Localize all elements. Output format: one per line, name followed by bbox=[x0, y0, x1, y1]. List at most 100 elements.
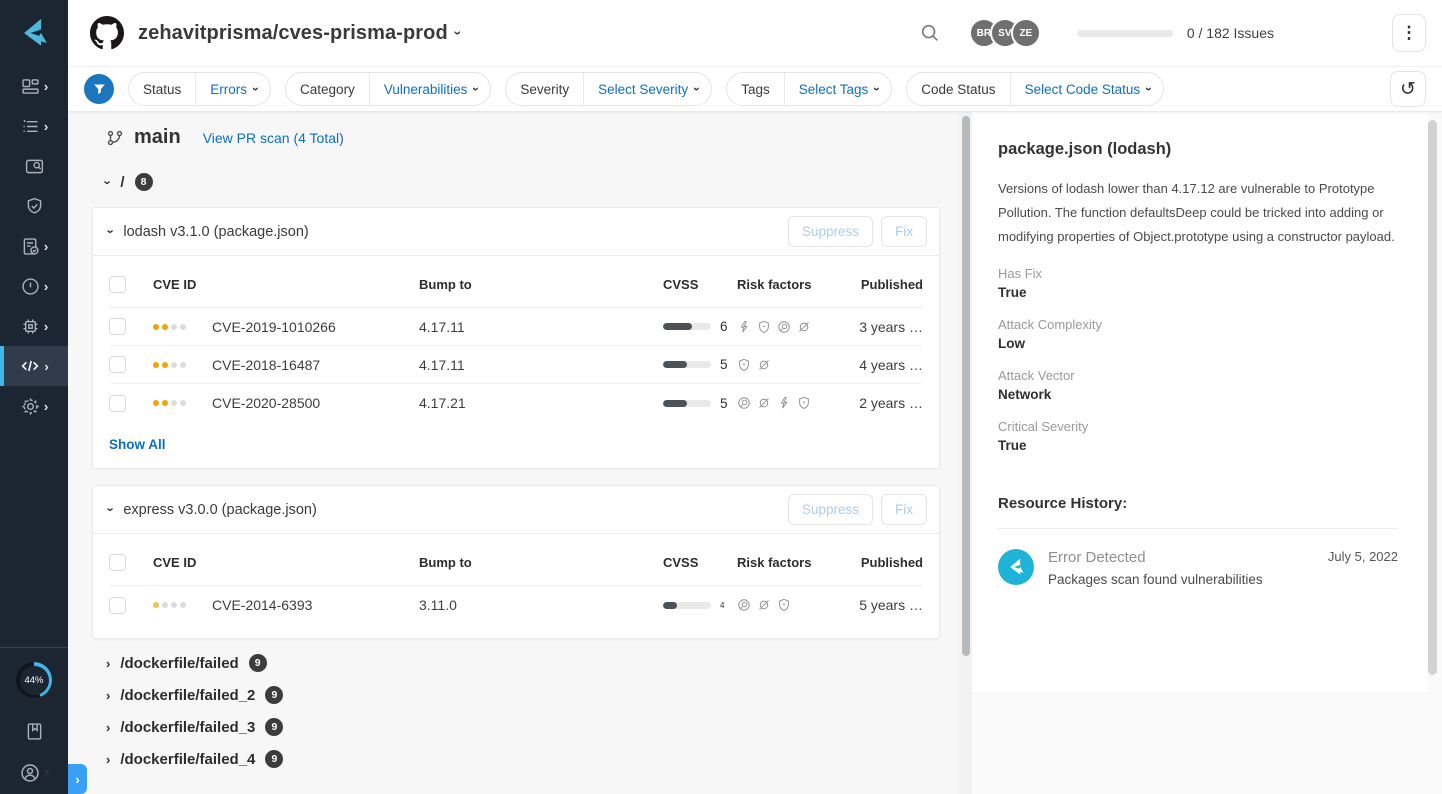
details-scrollbar[interactable] bbox=[1428, 118, 1437, 790]
chevron-right-icon: › bbox=[44, 240, 48, 253]
list-icon bbox=[20, 116, 41, 137]
row-checkbox[interactable] bbox=[109, 395, 126, 412]
vulnerability-details-panel: package.json (lodash) Versions of lodash… bbox=[972, 112, 1428, 692]
detail-field: Has Fix True bbox=[998, 266, 1398, 300]
severity-dots bbox=[153, 324, 186, 330]
fix-button[interactable]: Fix bbox=[881, 494, 927, 525]
repo-title[interactable]: zehavitprisma/cves-prisma-prod bbox=[138, 22, 448, 45]
show-all-link[interactable]: Show All bbox=[109, 437, 166, 452]
resource-history-title: Resource History: bbox=[998, 495, 1398, 512]
sidebar-item-compliance[interactable] bbox=[0, 186, 68, 226]
search-icon[interactable] bbox=[919, 22, 941, 44]
card-header: › lodash v3.1.0 (package.json) Suppress … bbox=[93, 208, 939, 256]
sidebar-item-hardware[interactable]: › bbox=[0, 306, 68, 346]
scan-progress-value: 44% bbox=[20, 666, 49, 695]
field-value: True bbox=[998, 438, 1398, 453]
folder-list: › /dockerfile/failed 9 › /dockerfile/fai… bbox=[92, 647, 972, 775]
scanner-logo-icon bbox=[998, 549, 1034, 585]
folder-path: /dockerfile/failed bbox=[120, 655, 238, 672]
folder-row[interactable]: › /dockerfile/failed_3 9 bbox=[106, 711, 972, 743]
cve-id-link[interactable]: CVE-2018-16487 bbox=[212, 357, 320, 373]
tree-root-row[interactable]: › / 8 bbox=[106, 173, 972, 191]
globe-icon bbox=[777, 320, 791, 334]
modules-icon bbox=[20, 76, 41, 97]
row-checkbox[interactable] bbox=[109, 318, 126, 335]
filter-status: Status Errors› bbox=[128, 72, 271, 106]
severity-dots bbox=[153, 400, 186, 406]
cve-id-link[interactable]: CVE-2014-6393 bbox=[212, 597, 312, 613]
filter-tags-dropdown[interactable]: Select Tags› bbox=[785, 82, 892, 97]
severity-dots bbox=[153, 362, 186, 368]
chevron-down-icon[interactable]: › bbox=[104, 507, 119, 511]
more-options-button[interactable]: ⋮ bbox=[1392, 14, 1426, 52]
fix-button[interactable]: Fix bbox=[881, 216, 927, 247]
chevron-down-icon[interactable]: › bbox=[101, 180, 116, 184]
filter-status-dropdown[interactable]: Errors› bbox=[196, 82, 270, 97]
chevron-right-icon: › bbox=[44, 280, 48, 293]
suppress-button[interactable]: Suppress bbox=[788, 216, 873, 247]
chevron-right-icon[interactable]: › bbox=[106, 688, 110, 703]
alert-circle-icon bbox=[20, 276, 41, 297]
slash-icon bbox=[797, 320, 811, 334]
view-pr-scan-link[interactable]: View PR scan (4 Total) bbox=[203, 130, 344, 146]
expand-panel-handle[interactable]: › bbox=[68, 764, 87, 794]
field-label: Critical Severity bbox=[998, 419, 1398, 434]
row-checkbox[interactable] bbox=[109, 597, 126, 614]
bump-to-value: 4.17.21 bbox=[419, 395, 663, 411]
left-sidebar: › › › › › › › bbox=[0, 0, 68, 794]
risk-factor-icons bbox=[737, 598, 847, 612]
sidebar-item-code-security[interactable]: › bbox=[0, 346, 68, 386]
sidebar-item-account[interactable]: › bbox=[0, 752, 68, 794]
filter-severity-dropdown[interactable]: Select Severity› bbox=[584, 82, 711, 97]
issues-progress-bar bbox=[1077, 30, 1173, 37]
folder-row[interactable]: › /dockerfile/failed 9 bbox=[106, 647, 972, 679]
folder-row[interactable]: › /dockerfile/failed_2 9 bbox=[106, 679, 972, 711]
reset-filters-button[interactable]: ↺ bbox=[1390, 71, 1426, 107]
scrollbar-thumb[interactable] bbox=[1428, 120, 1437, 675]
sidebar-item-settings[interactable]: › bbox=[0, 386, 68, 426]
sidebar-item-policies[interactable]: › bbox=[0, 226, 68, 266]
brand-logo[interactable] bbox=[0, 0, 68, 66]
cve-id-link[interactable]: CVE-2020-28500 bbox=[212, 395, 320, 411]
chevron-right-icon[interactable]: › bbox=[106, 752, 110, 767]
scrollbar-thumb[interactable] bbox=[962, 116, 970, 656]
chevron-down-icon: › bbox=[870, 87, 884, 91]
shield-icon bbox=[797, 396, 811, 410]
chevron-right-icon[interactable]: › bbox=[106, 720, 110, 735]
sidebar-item-incidents[interactable]: › bbox=[0, 266, 68, 306]
cvss-score: 5 bbox=[663, 357, 737, 372]
bump-to-value: 3.11.0 bbox=[419, 597, 663, 613]
bolt-icon bbox=[737, 320, 751, 334]
chevron-right-icon: › bbox=[75, 772, 79, 787]
cve-table-row: CVE-2020-285004.17.2152 years … bbox=[109, 384, 923, 422]
column-header-risk-factors: Risk factors bbox=[737, 555, 847, 570]
cve-id-link[interactable]: CVE-2019-1010266 bbox=[212, 319, 336, 335]
column-header-cve-id: CVE ID bbox=[153, 555, 419, 570]
column-header-published: Published bbox=[847, 277, 923, 292]
avatar[interactable]: ZE bbox=[1011, 18, 1041, 48]
detail-field: Critical Severity True bbox=[998, 419, 1398, 453]
suppress-button[interactable]: Suppress bbox=[788, 494, 873, 525]
issue-count-badge: 8 bbox=[135, 173, 153, 191]
detail-field: Attack Vector Network bbox=[998, 368, 1398, 402]
issue-count-badge: 9 bbox=[265, 718, 283, 736]
select-all-checkbox[interactable] bbox=[109, 276, 126, 293]
sidebar-item-scans[interactable] bbox=[0, 146, 68, 186]
filter-category-dropdown[interactable]: Vulnerabilities› bbox=[370, 82, 491, 97]
row-checkbox[interactable] bbox=[109, 356, 126, 373]
select-all-checkbox[interactable] bbox=[109, 554, 126, 571]
sidebar-item-projects[interactable]: › bbox=[0, 66, 68, 106]
branch-name: main bbox=[134, 126, 181, 149]
chevron-down-icon: › bbox=[249, 87, 263, 91]
filter-funnel-icon[interactable] bbox=[84, 74, 114, 104]
table-header-row: CVE IDBump toCVSSRisk factorsPublished bbox=[109, 262, 923, 308]
chevron-right-icon: › bbox=[44, 320, 48, 333]
chevron-right-icon[interactable]: › bbox=[106, 656, 110, 671]
chevron-down-icon[interactable]: › bbox=[104, 229, 119, 233]
folder-row[interactable]: › /dockerfile/failed_4 9 bbox=[106, 743, 972, 775]
main-scrollbar[interactable] bbox=[959, 112, 972, 794]
repo-dropdown-chevron-icon[interactable]: › bbox=[450, 31, 466, 36]
sidebar-item-docs[interactable] bbox=[0, 710, 68, 752]
sidebar-item-resources[interactable]: › bbox=[0, 106, 68, 146]
filter-code-status-dropdown[interactable]: Select Code Status› bbox=[1011, 82, 1164, 97]
